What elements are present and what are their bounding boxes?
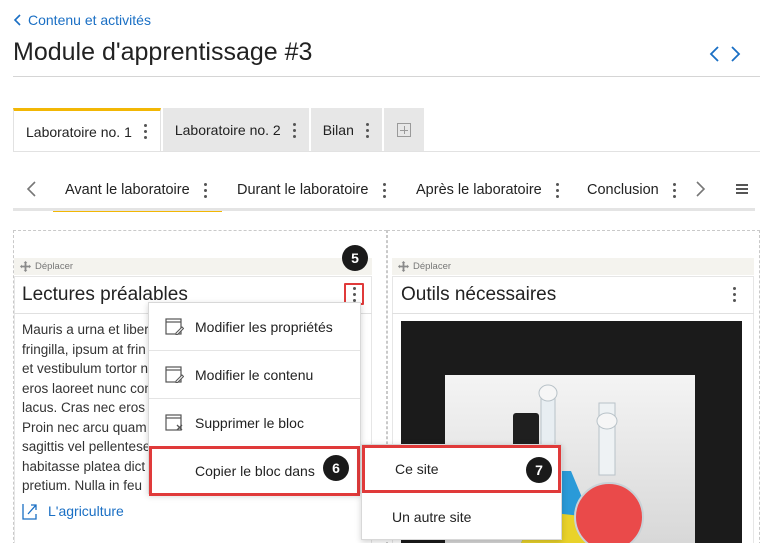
subtab-label: Après le laboratoire xyxy=(416,182,542,198)
tab-label: Laboratoire no. 2 xyxy=(174,122,281,138)
edit-properties-icon xyxy=(165,318,184,335)
kebab-icon xyxy=(730,285,738,303)
chevron-left-icon xyxy=(13,14,21,26)
block-body-text: Mauris a urna et liber fringilla, ipsum … xyxy=(22,322,152,493)
subtab-options-icon[interactable] xyxy=(554,181,562,199)
move-icon xyxy=(398,261,409,272)
edit-content-icon xyxy=(165,366,184,383)
tab-bilan[interactable]: Bilan xyxy=(310,108,382,152)
block-options-button[interactable] xyxy=(724,283,744,305)
subtab-conclusion[interactable]: Conclusion xyxy=(587,170,679,210)
next-module-button[interactable] xyxy=(728,44,742,64)
delete-block-icon xyxy=(165,414,183,431)
subtab-options-icon[interactable] xyxy=(380,181,388,199)
tab-options-icon[interactable] xyxy=(291,121,299,139)
subtab-options-icon[interactable] xyxy=(202,181,210,199)
chevron-left-icon xyxy=(26,181,36,197)
menu-item-label: Supprimer le bloc xyxy=(195,414,304,431)
tab-laboratoire-1[interactable]: Laboratoire no. 1 xyxy=(13,108,161,152)
subtab-label: Avant le laboratoire xyxy=(65,182,190,198)
subtab-apres-le-laboratoire[interactable]: Après le laboratoire xyxy=(416,170,562,210)
subnav-next-button[interactable] xyxy=(693,180,707,198)
step-callout-7: 7 xyxy=(526,457,552,483)
tab-label: Laboratoire no. 1 xyxy=(26,123,132,140)
move-handle[interactable]: Déplacer xyxy=(392,258,754,275)
module-pager xyxy=(708,44,742,64)
resource-link-label: L'agriculture xyxy=(48,503,124,519)
move-label: Déplacer xyxy=(35,261,74,272)
subtab-options-icon[interactable] xyxy=(671,181,679,199)
block-title-divider xyxy=(392,313,754,314)
chevron-left-icon xyxy=(709,46,719,62)
tab-options-icon[interactable] xyxy=(364,121,372,139)
tab-label: Bilan xyxy=(322,122,354,138)
subtab-avant-le-laboratoire[interactable]: Avant le laboratoire xyxy=(53,170,222,212)
move-handle[interactable]: Déplacer xyxy=(14,258,372,275)
move-label: Déplacer xyxy=(413,261,452,272)
subnav-divider xyxy=(13,208,755,211)
subpage-nav: Avant le laboratoire Durant le laboratoi… xyxy=(13,170,760,212)
back-link[interactable]: Contenu et activités xyxy=(13,12,151,28)
step-callout-5: 5 xyxy=(342,245,368,271)
menu-item-label: Modifier le contenu xyxy=(195,366,314,383)
external-link-icon xyxy=(22,504,37,520)
submenu-item-label: Ce site xyxy=(395,461,439,477)
page-title: Module d'apprentissage #3 xyxy=(13,38,313,66)
title-divider xyxy=(13,76,760,77)
subtab-durant-le-laboratoire[interactable]: Durant le laboratoire xyxy=(237,170,388,210)
menu-item-modifier-contenu[interactable]: Modifier le contenu xyxy=(149,351,360,399)
chevron-right-icon xyxy=(696,181,706,197)
subnav-prev-button[interactable] xyxy=(25,180,39,198)
move-icon xyxy=(20,261,31,272)
menu-item-supprimer-bloc[interactable]: Supprimer le bloc xyxy=(149,399,360,447)
subtab-label: Durant le laboratoire xyxy=(237,182,369,198)
back-link-label: Contenu et activités xyxy=(28,12,151,28)
chevron-right-icon xyxy=(731,46,741,62)
menu-item-label: Modifier les propriétés xyxy=(195,318,333,335)
page-tabs: Laboratoire no. 1 Laboratoire no. 2 Bila… xyxy=(13,108,426,152)
plus-icon xyxy=(396,123,411,137)
submenu-item-label: Un autre site xyxy=(392,509,472,525)
add-tab-button[interactable] xyxy=(383,108,424,152)
resource-link[interactable]: L'agriculture xyxy=(22,502,124,520)
menu-item-label: Copier le bloc dans xyxy=(195,463,315,479)
kebab-icon xyxy=(350,285,358,303)
tab-options-icon[interactable] xyxy=(142,123,150,141)
menu-item-modifier-proprietes[interactable]: Modifier les propriétés xyxy=(149,303,360,351)
block-title: Outils nécessaires xyxy=(401,284,557,305)
tab-laboratoire-2[interactable]: Laboratoire no. 2 xyxy=(162,108,309,152)
step-callout-6: 6 xyxy=(323,455,349,481)
previous-module-button[interactable] xyxy=(708,44,722,64)
subtab-label: Conclusion xyxy=(587,182,659,198)
submenu-item-un-autre-site[interactable]: Un autre site xyxy=(362,493,561,541)
tabs-divider xyxy=(13,151,760,152)
menu-icon[interactable] xyxy=(736,184,748,194)
